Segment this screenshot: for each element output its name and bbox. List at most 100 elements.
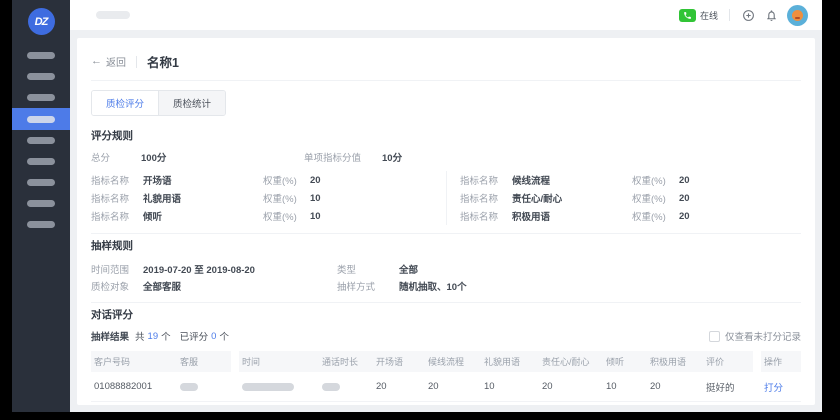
app-logo[interactable]: DZ [28, 8, 55, 35]
indicator-row: 指标名称 积极用语 权重(%) 20 [460, 207, 801, 225]
menu-placeholder [27, 94, 55, 101]
scoring-rules-section: 评分规则 总分 100分 单项指标分值 10分 指标名称 开场语 权重(%) 2… [91, 128, 801, 225]
weight-value: 20 [679, 211, 801, 222]
column-gap [753, 372, 761, 401]
sidebar-item-7[interactable] [12, 172, 70, 193]
agent-cell [177, 402, 231, 405]
col-header-holdline: 候线流程 [425, 351, 481, 372]
customer-number: 01088882002 [91, 402, 177, 405]
back-label: 返回 [106, 54, 126, 69]
section-divider [91, 302, 801, 303]
app-window: DZ 在线 [12, 0, 822, 412]
indicator-name-label: 指标名称 [460, 209, 512, 223]
back-arrow-icon: ← [91, 56, 102, 67]
type-value: 全部 [399, 262, 801, 276]
menu-placeholder [27, 52, 55, 59]
tab-bar: 质检评分 质检统计 [91, 90, 226, 116]
col-header-agent: 客服 [177, 351, 231, 372]
section-divider [91, 233, 801, 234]
indicator-name: 礼貌用语 [143, 191, 263, 205]
dialog-table: 客户号码 客服 时间 通话时长 开场语 候线流程 礼貌用语 责任心/耐心 倾听 … [91, 351, 801, 405]
indicator-name: 开场语 [143, 173, 263, 187]
table-header-row: 客户号码 客服 时间 通话时长 开场语 候线流程 礼貌用语 责任心/耐心 倾听 … [91, 351, 801, 372]
sidebar-item-4-active[interactable] [12, 108, 70, 130]
total-score-label: 总分 [91, 150, 141, 164]
duration-cell [319, 402, 373, 405]
score-cell: 未评分 [373, 402, 425, 405]
indicator-row: 指标名称 候线流程 权重(%) 20 [460, 171, 801, 189]
column-gap [231, 372, 239, 401]
weight-value: 20 [679, 175, 801, 186]
column-gap [231, 402, 239, 405]
dialog-scoring-section: 对话评分 抽样结果 共 19 个 已评分 0 个 仅查看未打分记录 [91, 307, 801, 405]
phone-icon [679, 9, 696, 22]
main-content: ← 返回 名称1 质检评分 质检统计 评分规则 总分 100分 单项指标分值 1… [70, 30, 822, 412]
indicator-row: 指标名称 倾听 权重(%) 10 [91, 207, 446, 225]
sidebar-item-2[interactable] [12, 66, 70, 87]
indicator-row: 指标名称 责任心/耐心 权重(%) 20 [460, 189, 801, 207]
indicator-name: 责任心/耐心 [512, 191, 632, 205]
avatar[interactable] [787, 5, 808, 26]
sidebar-item-3[interactable] [12, 87, 70, 108]
online-status-label: 在线 [700, 9, 718, 22]
weight-value: 20 [679, 193, 801, 204]
online-status-badge[interactable]: 在线 [679, 9, 718, 22]
score-cell: 未评分 [425, 402, 481, 405]
unscored-filter-label[interactable]: 仅查看未打分记录 [725, 329, 801, 343]
weight-value: 10 [310, 211, 446, 222]
score-cell: 未评分 [647, 402, 703, 405]
weight-label: 权重(%) [632, 209, 679, 223]
section-title: 抽样规则 [91, 238, 801, 253]
weight-label: 权重(%) [263, 209, 310, 223]
menu-placeholder [27, 137, 55, 144]
sidebar-item-1[interactable] [12, 45, 70, 66]
add-circle-icon[interactable] [741, 8, 755, 22]
sidebar-item-8[interactable] [12, 193, 70, 214]
time-placeholder [242, 383, 294, 391]
score-cell: 未评分 [603, 402, 647, 405]
col-header-customer: 客户号码 [91, 351, 177, 372]
indicator-name: 倾听 [143, 209, 263, 223]
unscored-filter-checkbox[interactable] [709, 331, 720, 342]
bell-icon[interactable] [764, 8, 778, 22]
sample-result-label: 抽样结果 [91, 329, 129, 343]
scored-label: 已评分 [180, 329, 209, 343]
col-header-listening: 倾听 [603, 351, 647, 372]
header-divider [136, 56, 137, 68]
col-header-time: 时间 [239, 351, 319, 372]
sample-result-line: 抽样结果 共 19 个 已评分 0 个 仅查看未打分记录 [91, 329, 801, 343]
score-button[interactable]: 打分 [764, 380, 783, 394]
section-title: 评分规则 [91, 128, 801, 143]
indicator-row: 指标名称 开场语 权重(%) 20 [91, 171, 446, 189]
unit: 个 [219, 329, 229, 343]
weight-value: 20 [310, 175, 446, 186]
indicator-column-right: 指标名称 候线流程 权重(%) 20 指标名称 责任心/耐心 权重(%) 20 [446, 171, 801, 225]
sampling-method-label: 抽样方式 [337, 279, 399, 293]
back-button[interactable]: ← 返回 [91, 54, 126, 69]
col-header-opening: 开场语 [373, 351, 425, 372]
indicator-name-label: 指标名称 [91, 173, 143, 187]
sidebar-item-5[interactable] [12, 130, 70, 151]
time-cell [239, 372, 319, 401]
agent-placeholder [180, 383, 198, 391]
score-cell: 20 [539, 372, 603, 401]
col-header-duration: 通话时长 [319, 351, 373, 372]
sidebar-item-9[interactable] [12, 214, 70, 235]
col-header-polite: 礼貌用语 [481, 351, 539, 372]
col-header-positive: 积极用语 [647, 351, 703, 372]
tab-quality-scoring[interactable]: 质检评分 [92, 91, 158, 115]
time-cell [239, 402, 319, 405]
score-cell: 未评分 [539, 402, 603, 405]
sidebar-item-6[interactable] [12, 151, 70, 172]
score-cell: 20 [647, 372, 703, 401]
total-count: 19 [148, 331, 159, 342]
qa-target-value: 全部客服 [143, 279, 337, 293]
col-header-responsibility: 责任心/耐心 [539, 351, 603, 372]
single-score-value: 10分 [382, 150, 801, 164]
score-cell: 20 [373, 372, 425, 401]
menu-placeholder [27, 116, 55, 123]
tab-quality-stats[interactable]: 质检统计 [158, 91, 225, 115]
menu-placeholder [27, 200, 55, 207]
menu-placeholder [27, 179, 55, 186]
evaluation-cell: 挺好的 [703, 372, 753, 401]
